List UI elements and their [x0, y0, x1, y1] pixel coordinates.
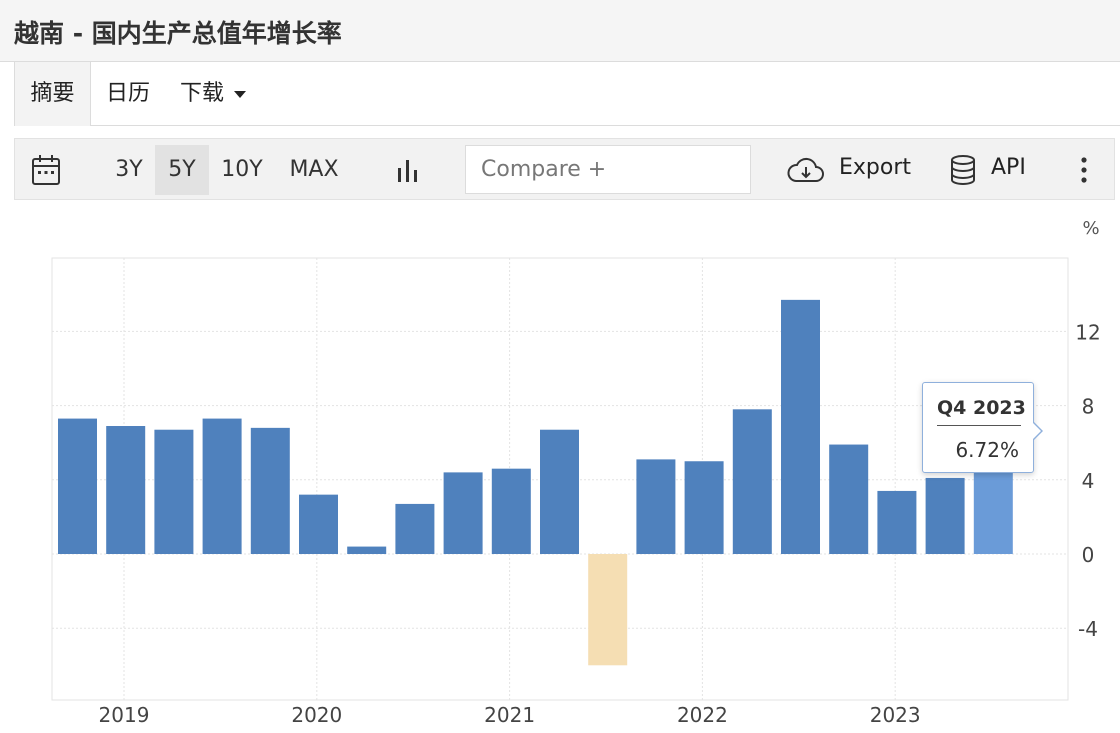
y-tick-label: 12: [1075, 320, 1100, 344]
more-vertical-icon[interactable]: [1079, 156, 1089, 188]
tooltip-title: Q4 2023: [937, 397, 1026, 419]
bar-q2-2022: [684, 461, 724, 554]
bar-q1-2020: [250, 427, 290, 554]
tab-download[interactable]: 下载: [180, 62, 247, 125]
api-label: API: [991, 155, 1026, 180]
tooltip-value: 6.72%: [955, 438, 1019, 462]
data-tooltip: Q4 2023 6.72%: [922, 382, 1043, 473]
y-tick-label: 4: [1082, 469, 1095, 493]
x-tick-label: 2023: [870, 703, 921, 727]
page-title: 越南 - 国内生产总值年增长率: [14, 19, 342, 48]
export-button[interactable]: Export: [787, 152, 912, 188]
bar-q1-2022: [636, 459, 676, 554]
bar-q2-2020: [299, 494, 338, 554]
y-tick-label: 0: [1082, 543, 1095, 567]
tab-calendar[interactable]: 日历: [106, 62, 150, 125]
bar-q4-2019: [202, 418, 242, 554]
tab-download-label: 下载: [180, 81, 225, 106]
x-tick-label: 2021: [484, 703, 535, 727]
export-label: Export: [839, 155, 912, 180]
x-tick-label: 2019: [99, 703, 150, 727]
bar-q2-2021: [491, 468, 531, 554]
bar-chart-icon[interactable]: [395, 156, 421, 188]
title-bar: 越南 - 国内生产总值年增长率: [0, 0, 1120, 62]
y-tick-label: -4: [1078, 617, 1098, 641]
tooltip-divider: [937, 425, 1021, 426]
bar-q3-2021: [540, 429, 579, 554]
calendar-icon[interactable]: [31, 154, 61, 190]
x-tick-label: 2022: [677, 703, 728, 727]
bar-q4-2020: [395, 503, 435, 554]
bar-q3-2020: [347, 546, 387, 554]
bar-q4-2021: [588, 554, 628, 666]
y-tick-label: 8: [1082, 395, 1095, 419]
bar-q1-2019: [58, 418, 97, 554]
api-button[interactable]: API: [949, 152, 1035, 188]
bar-q1-2021: [443, 472, 483, 554]
database-icon: [951, 155, 975, 185]
bar-q2-2019: [106, 426, 146, 554]
bar-q2-2023: [877, 490, 917, 554]
bar-q3-2023: [925, 477, 965, 554]
x-tick-label: 2020: [291, 703, 342, 727]
tooltip-arrow: [1032, 421, 1043, 441]
range-max-button[interactable]: MAX: [281, 145, 347, 195]
chart-toolbar: 3Y 5Y 10Y MAX Export API: [14, 138, 1115, 200]
compare-input[interactable]: [465, 145, 751, 194]
bar-q3-2022: [732, 409, 772, 554]
tab-summary[interactable]: 摘要: [14, 62, 91, 126]
bar-q4-2022: [781, 299, 820, 554]
range-3y-button[interactable]: 3Y: [103, 145, 155, 195]
caret-down-icon: [234, 90, 247, 98]
range-5y-button[interactable]: 5Y: [155, 145, 209, 195]
bar-q3-2019: [154, 429, 194, 554]
y-unit-label: %: [1082, 218, 1099, 239]
cloud-download-icon: [787, 157, 824, 182]
bar-q1-2023: [829, 444, 869, 554]
range-10y-button[interactable]: 10Y: [213, 145, 271, 195]
tab-bar: 摘要 日历 下载: [14, 62, 1120, 126]
